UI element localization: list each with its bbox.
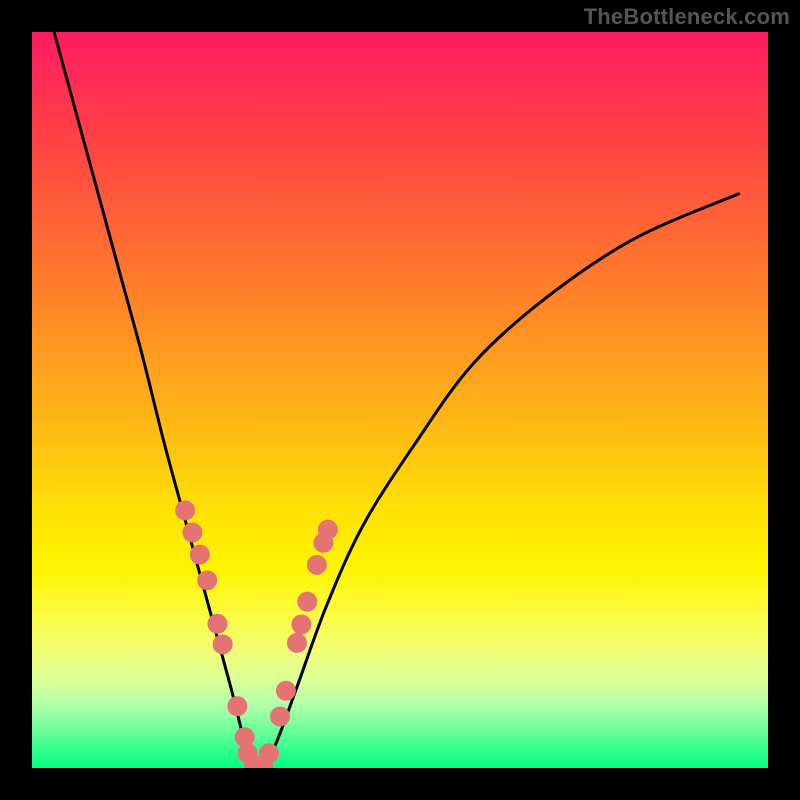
- marker-dot: [182, 522, 202, 542]
- marker-dot: [175, 500, 195, 520]
- marker-dot: [297, 592, 317, 612]
- plot-area: [32, 32, 768, 768]
- marker-dot: [213, 634, 233, 654]
- marker-dot: [291, 614, 311, 634]
- chart-frame: TheBottleneck.com: [0, 0, 800, 800]
- marker-dot: [227, 696, 247, 716]
- chart-svg: [32, 32, 768, 768]
- marker-dot: [270, 706, 290, 726]
- watermark-text: TheBottleneck.com: [584, 4, 790, 30]
- marker-dot: [207, 614, 227, 634]
- marker-dot: [287, 633, 307, 653]
- bottleneck-curve: [54, 32, 738, 768]
- marker-dot: [318, 520, 338, 540]
- marker-dot: [190, 545, 210, 565]
- marker-dot: [259, 743, 279, 763]
- marker-dot: [276, 681, 296, 701]
- marker-dot: [197, 570, 217, 590]
- highlight-dots: [175, 500, 338, 768]
- marker-dot: [307, 555, 327, 575]
- curve-path: [54, 32, 738, 768]
